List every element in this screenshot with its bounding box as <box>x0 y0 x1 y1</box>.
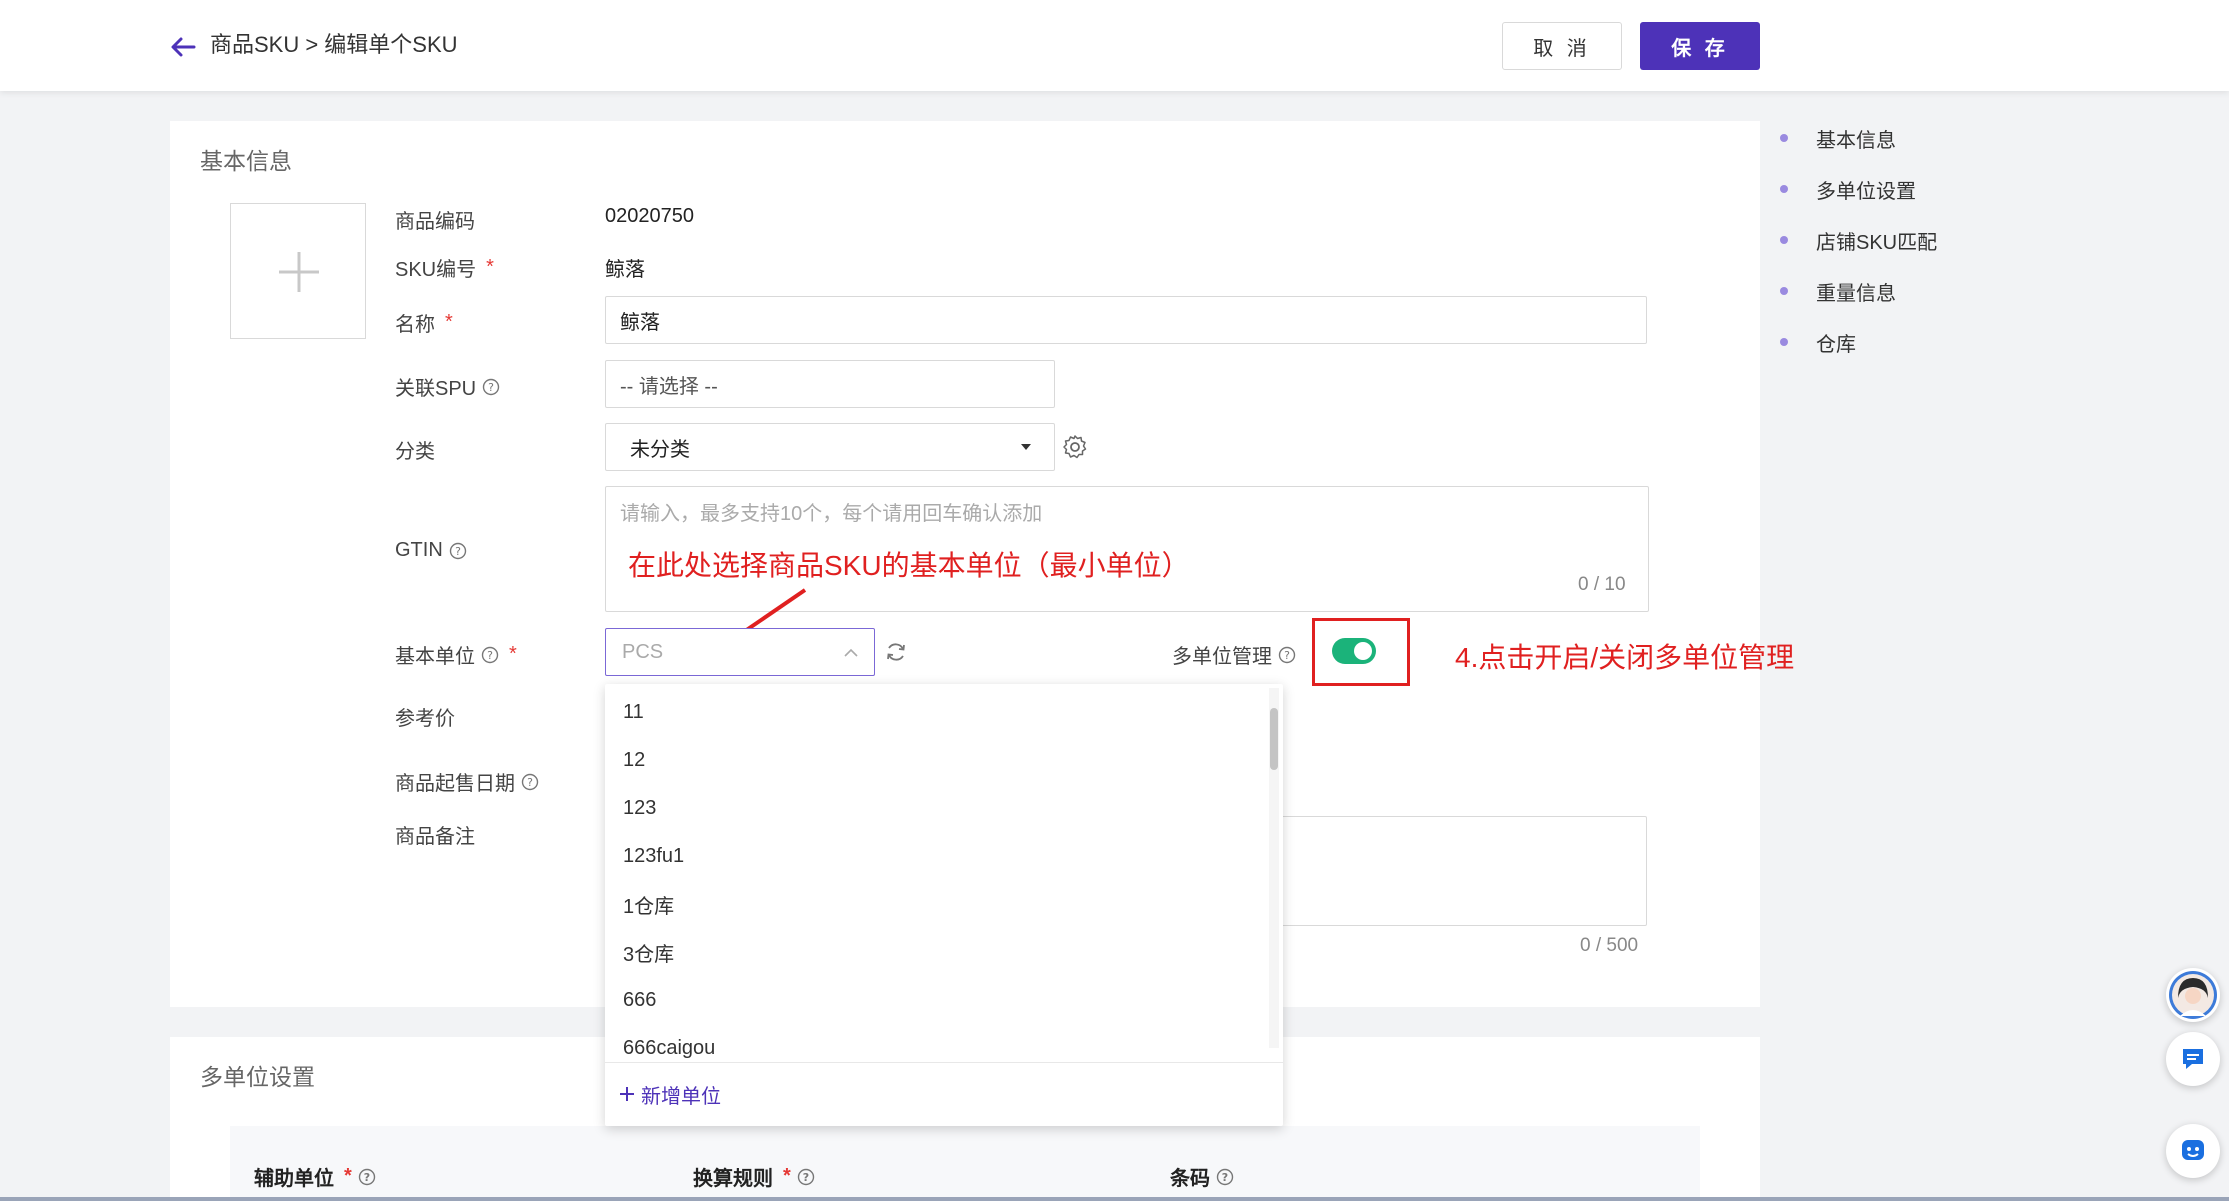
help-icon[interactable]: ? <box>481 646 499 664</box>
help-icon[interactable]: ? <box>521 773 539 791</box>
spu-select-placeholder: -- 请选择 -- <box>620 375 718 398</box>
nav-dot-icon <box>1780 134 1788 142</box>
remark-counter: 0 / 500 <box>1580 935 1639 956</box>
chat-icon <box>2183 1049 2203 1069</box>
help-icon[interactable]: ? <box>797 1168 815 1186</box>
save-button[interactable]: 保 存 <box>1640 22 1760 70</box>
breadcrumb: 商品SKU > 编辑单个SKU <box>210 32 458 57</box>
svg-text:?: ? <box>527 776 533 789</box>
nav-item-basic-info[interactable]: 基本信息 <box>1780 118 2040 158</box>
plus-icon <box>279 252 319 292</box>
unit-option[interactable]: 666 <box>605 976 1265 1024</box>
support-avatar-button[interactable] <box>2166 968 2220 1022</box>
gtin-placeholder: 请输入，最多支持10个，每个请用回车确认添加 <box>620 503 1043 525</box>
multi-unit-title: 多单位设置 <box>200 1064 315 1090</box>
cancel-button[interactable]: 取 消 <box>1502 22 1622 70</box>
add-unit-button[interactable]: 新增单位 <box>619 1074 721 1114</box>
nav-dot-icon <box>1780 338 1788 346</box>
unit-option[interactable]: 11 <box>605 688 1265 736</box>
category-select[interactable]: 未分类 <box>605 423 1055 471</box>
help-icon[interactable]: ? <box>1216 1168 1234 1186</box>
product-code-value: 02020750 <box>605 205 694 227</box>
ai-assistant-button[interactable] <box>2166 1124 2220 1178</box>
svg-text:?: ? <box>803 1171 809 1184</box>
multi-unit-toggle[interactable] <box>1332 638 1376 664</box>
nav-item-multi-unit[interactable]: 多单位设置 <box>1780 169 2040 209</box>
column-aux-unit: 辅助单位 * ? <box>254 1162 376 1191</box>
spu-select[interactable]: -- 请选择 -- <box>605 360 1055 408</box>
help-icon[interactable]: ? <box>449 542 467 560</box>
nav-item-weight[interactable]: 重量信息 <box>1780 271 2040 311</box>
svg-text:?: ? <box>1222 1171 1228 1184</box>
column-conversion-rule: 换算规则 * ? <box>693 1162 815 1191</box>
svg-text:?: ? <box>1284 649 1290 662</box>
svg-text:?: ? <box>364 1171 370 1184</box>
category-label: 分类 <box>395 441 435 463</box>
help-icon[interactable]: ? <box>1278 646 1296 664</box>
unit-dropdown: 11 12 123 123fu1 1仓库 3仓库 666 666caigou 新… <box>605 684 1283 1126</box>
avatar-icon <box>2169 971 2217 1019</box>
base-unit-annotation: 在此处选择商品SKU的基本单位（最小单位） <box>628 550 1190 581</box>
svg-text:?: ? <box>487 649 493 662</box>
nav-item-shop-sku[interactable]: 店铺SKU匹配 <box>1780 220 2040 260</box>
bot-icon <box>2182 1140 2204 1160</box>
sale-date-label: 商品起售日期 ? <box>395 767 539 796</box>
base-unit-label: 基本单位 ? * <box>395 643 517 668</box>
name-input-value: 鲸落 <box>620 311 660 334</box>
back-arrow-icon[interactable] <box>168 32 198 62</box>
gtin-label: GTIN ? <box>395 539 467 562</box>
refresh-icon[interactable] <box>884 640 908 664</box>
product-code-label: 商品编码 <box>395 211 475 233</box>
plus-icon <box>620 1087 634 1101</box>
basic-info-title: 基本信息 <box>200 148 292 174</box>
chat-button[interactable] <box>2166 1032 2220 1086</box>
help-icon[interactable]: ? <box>482 378 500 396</box>
base-unit-placeholder: PCS <box>622 640 664 663</box>
svg-text:?: ? <box>488 381 494 394</box>
unit-option[interactable]: 12 <box>605 736 1265 784</box>
nav-dot-icon <box>1780 185 1788 193</box>
multi-unit-table-header <box>230 1126 1700 1201</box>
nav-dot-icon <box>1780 287 1788 295</box>
top-header: 商品SKU > 编辑单个SKU 取 消 保 存 <box>0 0 2229 91</box>
dropdown-divider <box>605 1062 1283 1063</box>
svg-text:?: ? <box>455 545 461 558</box>
unit-option[interactable]: 123 <box>605 784 1265 832</box>
remark-label: 商品备注 <box>395 826 475 848</box>
category-select-value: 未分类 <box>630 438 690 461</box>
sku-code-label: SKU编号 * <box>395 256 494 281</box>
name-label: 名称 * <box>395 311 453 336</box>
gear-icon[interactable] <box>1062 434 1088 460</box>
dropdown-scrollbar-thumb[interactable] <box>1270 708 1278 770</box>
unit-option[interactable]: 666caigou <box>605 1024 1265 1072</box>
column-barcode: 条码 ? <box>1170 1162 1234 1191</box>
nav-dot-icon <box>1780 236 1788 244</box>
bottom-border <box>0 1197 2229 1201</box>
unit-option[interactable]: 123fu1 <box>605 832 1265 880</box>
chevron-up-icon <box>844 648 858 657</box>
caret-down-icon <box>1021 444 1031 450</box>
image-upload[interactable] <box>230 203 366 339</box>
toggle-annotation: 4.点击开启/关闭多单位管理 <box>1455 642 1795 673</box>
sku-code-value: 鲸落 <box>605 259 645 281</box>
unit-option[interactable]: 1仓库 <box>605 880 1265 928</box>
multi-unit-label: 多单位管理 ? <box>1172 640 1296 669</box>
nav-item-warehouse[interactable]: 仓库 <box>1780 322 2040 362</box>
toggle-knob <box>1354 642 1372 660</box>
spu-label: 关联SPU ? <box>395 372 500 401</box>
add-unit-label: 新增单位 <box>641 1085 721 1108</box>
ref-price-label: 参考价 <box>395 708 455 730</box>
base-unit-select[interactable]: PCS <box>605 628 875 676</box>
name-input[interactable]: 鲸落 <box>605 296 1647 344</box>
unit-option[interactable]: 3仓库 <box>605 928 1265 976</box>
gtin-counter: 0 / 10 <box>1578 574 1626 595</box>
help-icon[interactable]: ? <box>358 1168 376 1186</box>
